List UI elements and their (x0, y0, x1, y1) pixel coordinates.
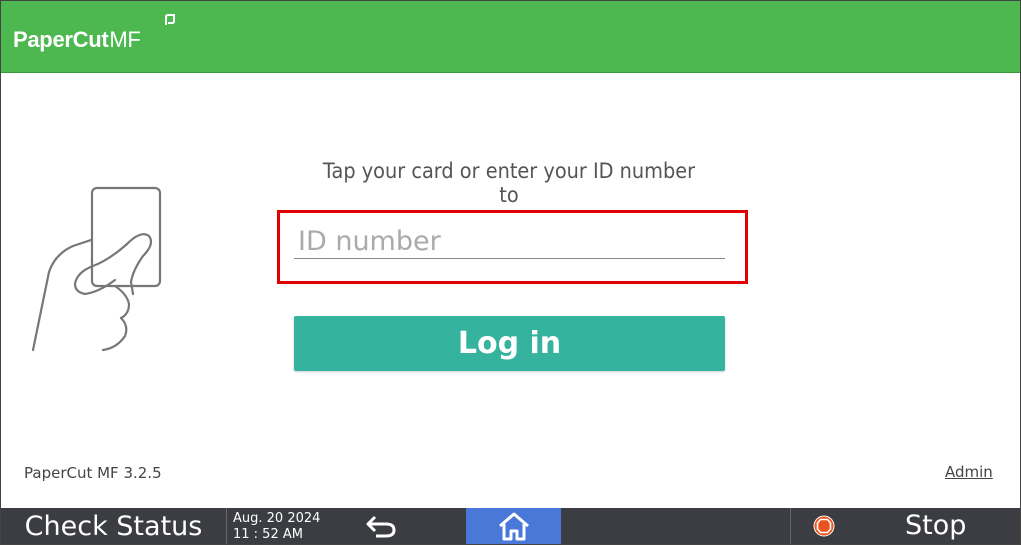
stop-icon (813, 515, 835, 537)
home-button[interactable] (466, 508, 561, 544)
version-label: PaperCut MF 3.2.5 (24, 464, 162, 482)
stop-label: Stop (905, 510, 967, 541)
back-button[interactable] (353, 508, 408, 544)
stop-button[interactable]: Stop (791, 508, 1020, 544)
home-icon (498, 512, 529, 541)
card-tap-hand-icon (31, 186, 162, 352)
login-prompt: Tap your card or enter your ID number to (322, 159, 696, 207)
check-status-button[interactable]: Check Status (1, 508, 227, 544)
date-time-display: Aug. 20 2024 11 : 52 AM (233, 511, 320, 543)
brand-name: PaperCut (13, 27, 109, 52)
back-arrow-icon (366, 515, 396, 538)
papercut-logo: PaperCutMF (13, 27, 141, 53)
login-button[interactable]: Log in (294, 316, 725, 371)
id-number-input[interactable] (294, 225, 725, 259)
app-frame: PaperCutMF Tap your card or enter your I… (0, 0, 1021, 545)
date-label: Aug. 20 2024 (233, 511, 321, 526)
app-header: PaperCutMF (1, 1, 1020, 73)
admin-link[interactable]: Admin (945, 463, 993, 481)
logo-leaf-icon (165, 14, 175, 25)
system-bar: Check Status Aug. 20 2024 11 : 52 AM Sto… (1, 508, 1020, 544)
time-label: 11 : 52 AM (233, 527, 303, 542)
brand-suffix: MF (109, 27, 141, 52)
